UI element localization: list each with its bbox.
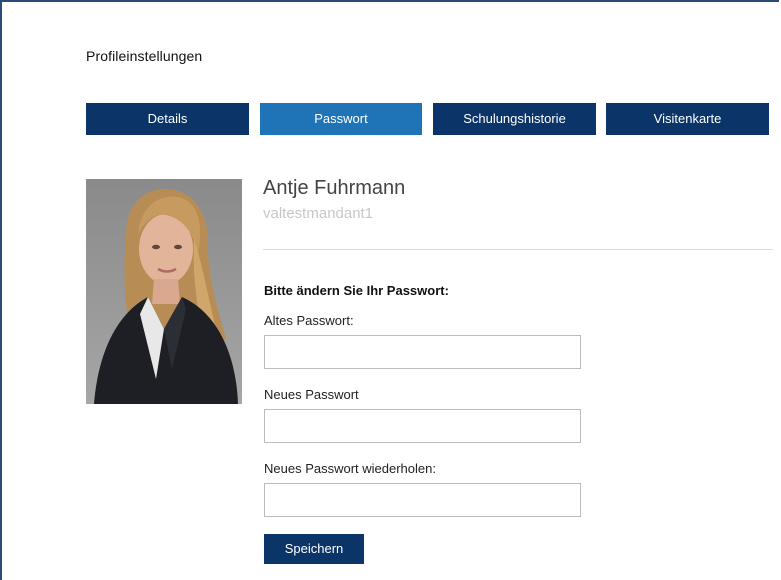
save-button[interactable]: Speichern xyxy=(264,534,364,564)
new-password-label: Neues Passwort xyxy=(264,387,359,402)
password-section-heading: Bitte ändern Sie Ihr Passwort: xyxy=(264,283,449,298)
page-title: Profileinstellungen xyxy=(86,48,203,64)
tab-passwort[interactable]: Passwort xyxy=(260,103,422,135)
tab-details[interactable]: Details xyxy=(86,103,249,135)
tenant-name: valtestmandant1 xyxy=(263,205,374,222)
repeat-password-field[interactable] xyxy=(264,483,581,517)
new-password-field[interactable] xyxy=(264,409,581,443)
repeat-password-label: Neues Passwort wiederholen: xyxy=(264,461,436,476)
tab-schulungshistorie[interactable]: Schulungshistorie xyxy=(433,103,596,135)
divider xyxy=(263,249,773,250)
avatar xyxy=(86,179,242,404)
old-password-field[interactable] xyxy=(264,335,581,369)
old-password-label: Altes Passwort: xyxy=(264,313,354,328)
profile-photo xyxy=(86,179,242,404)
tab-visitenkarte[interactable]: Visitenkarte xyxy=(606,103,769,135)
user-name: Antje Fuhrmann xyxy=(263,177,406,199)
